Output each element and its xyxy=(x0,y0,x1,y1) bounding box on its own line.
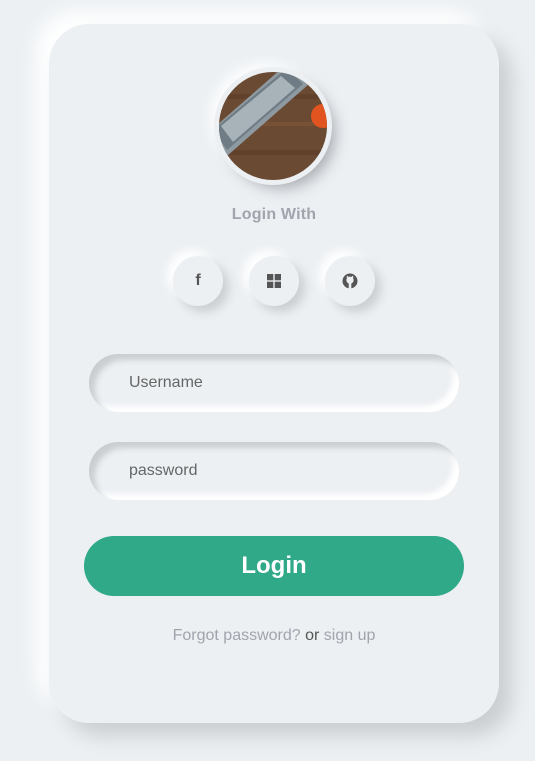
login-button[interactable]: Login xyxy=(84,536,464,596)
windows-login-button[interactable] xyxy=(249,256,299,306)
or-text: or xyxy=(305,627,324,644)
password-input[interactable] xyxy=(89,442,459,500)
auth-links: Forgot password? or sign up xyxy=(49,627,499,645)
forgot-password-link[interactable]: Forgot password? xyxy=(173,627,301,644)
avatar-photo xyxy=(219,72,327,180)
windows-icon xyxy=(267,274,281,288)
avatar xyxy=(219,72,327,180)
login-with-title: Login With xyxy=(231,206,317,223)
sign-up-link[interactable]: sign up xyxy=(324,627,376,644)
facebook-icon: f xyxy=(195,272,201,289)
github-icon xyxy=(342,273,358,289)
login-card: Login With f Login Forgot password? or s… xyxy=(49,24,499,723)
password-field xyxy=(89,442,459,500)
github-login-button[interactable] xyxy=(325,256,375,306)
facebook-login-button[interactable]: f xyxy=(173,256,223,306)
username-field xyxy=(89,354,459,412)
username-input[interactable] xyxy=(89,354,459,412)
